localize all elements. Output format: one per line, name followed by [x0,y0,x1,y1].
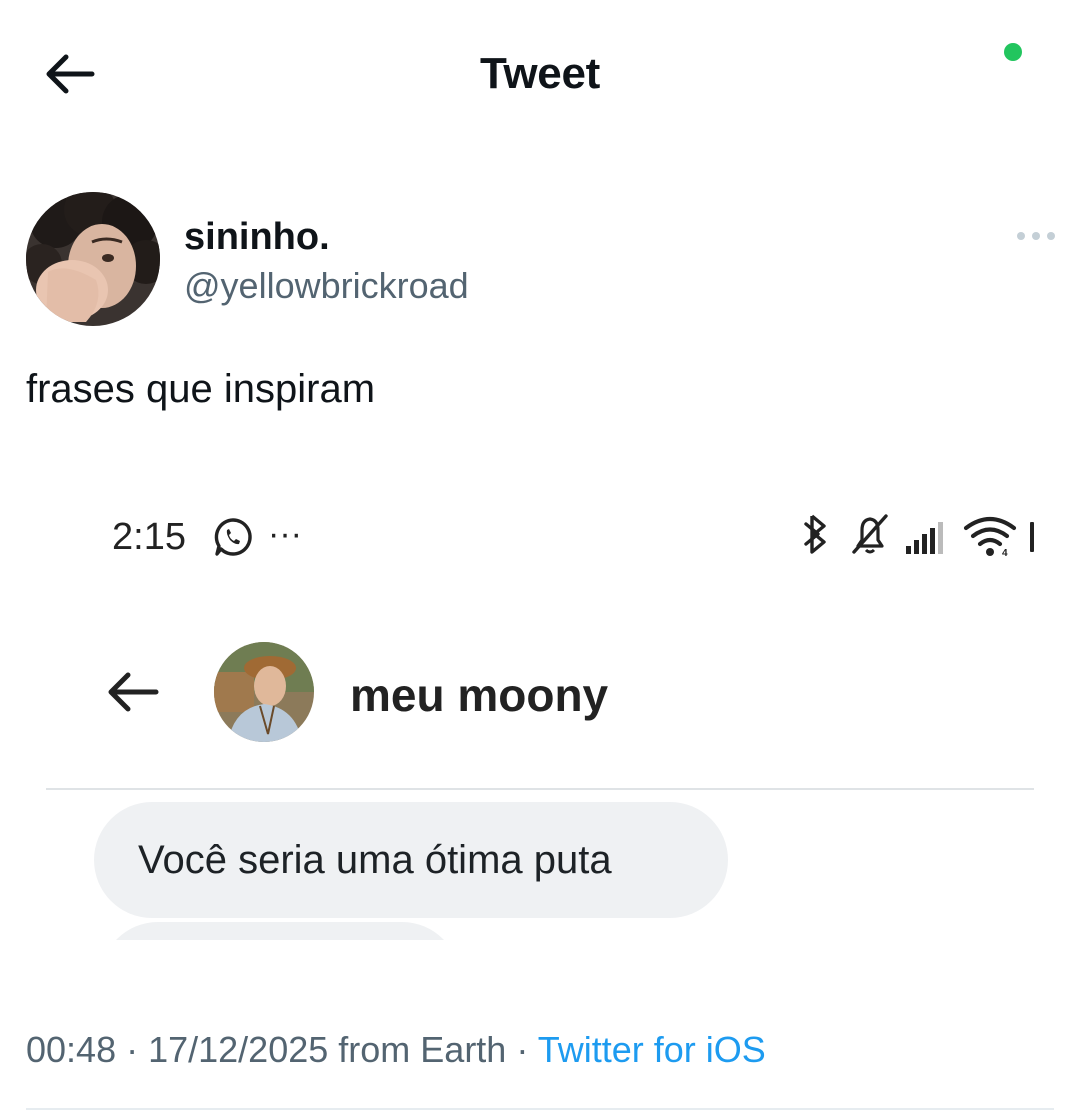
chat-divider [46,788,1034,790]
status-bar-dots: ··· [268,515,302,553]
page-title: Tweet [480,49,600,98]
contact-avatar[interactable] [214,642,314,742]
more-options-button[interactable] [1012,222,1060,250]
tweet-time[interactable]: 00:48 [26,1029,116,1070]
message-bubble-partial [100,922,460,940]
status-bar-time: 2:15 [112,516,186,558]
chat-back-button[interactable] [100,664,164,720]
avatar-photo-icon [26,192,160,326]
author-avatar[interactable] [26,192,160,326]
tweet-source-link[interactable]: Twitter for iOS [538,1029,766,1070]
tweet-location: from Earth [328,1029,507,1070]
more-horizontal-icon [1017,232,1055,240]
meta-separator: · [506,1029,538,1070]
svg-text:4: 4 [1002,548,1008,559]
tweet-meta: 00:48 · 17/12/2025 from Earth · Twitter … [26,1028,766,1072]
bell-off-icon [852,514,888,554]
chat-contact-name[interactable]: meu moony [350,668,608,722]
author-display-name[interactable]: sininho. [184,214,330,260]
meta-separator: · [116,1029,149,1070]
avatar-photo-icon [214,642,314,742]
whatsapp-icon [212,516,254,558]
arrow-left-icon [108,672,159,712]
status-bar-icons: 4 [800,510,1036,560]
tweet-date[interactable]: 17/12/2025 [148,1029,328,1070]
bluetooth-icon [804,514,826,554]
wifi-icon: 4 [963,516,1017,559]
tweet-text: frases que inspiram [26,367,376,411]
online-status-dot [1004,43,1022,61]
author-handle[interactable]: @yellowbrickroad [184,264,469,308]
battery-icon [1030,522,1034,552]
signal-icon [906,522,943,554]
message-text: Você seria uma ótima puta [138,838,612,882]
divider [26,1108,1054,1110]
